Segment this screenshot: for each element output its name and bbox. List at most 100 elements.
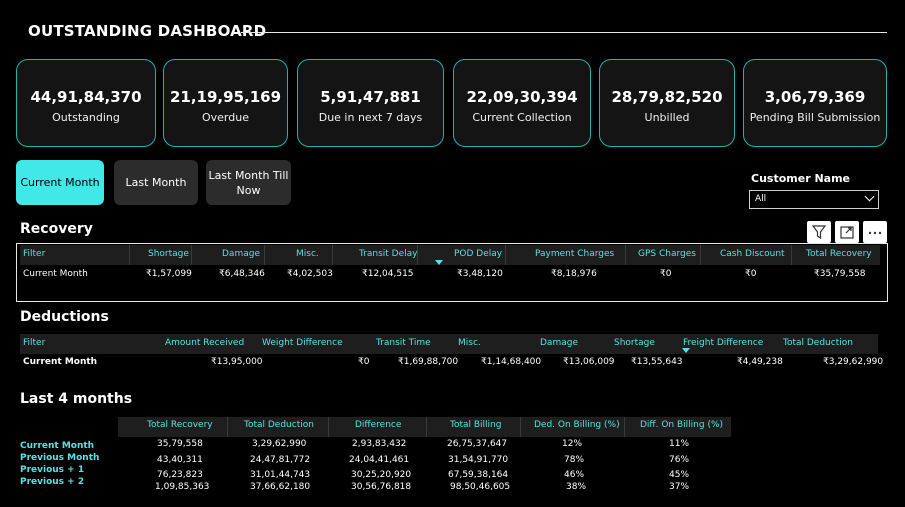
last4-cell: 76% bbox=[669, 455, 690, 465]
deductions-cell: ₹13,95,000 bbox=[211, 357, 263, 367]
recovery-title: Recovery bbox=[20, 221, 93, 237]
last4-cell: 30,56,76,818 bbox=[351, 482, 412, 492]
recovery-cell: ₹0 bbox=[745, 269, 757, 279]
deductions-cell: ₹13,06,009 bbox=[563, 357, 615, 367]
last4-col-difference[interactable]: Difference bbox=[355, 420, 401, 430]
sort-descending-icon[interactable] bbox=[435, 260, 443, 265]
last-month-button[interactable]: Last Month bbox=[114, 160, 198, 205]
kpi-card-outstanding[interactable]: 44,91,84,370 Outstanding bbox=[16, 59, 156, 147]
recovery-cell: ₹4,02,503 bbox=[287, 269, 333, 279]
deductions-cell: ₹13,55,643 bbox=[631, 357, 683, 367]
focus-mode-icon[interactable] bbox=[835, 221, 859, 243]
kpi-value: 22,09,30,394 bbox=[466, 88, 578, 106]
current-month-button[interactable]: Current Month bbox=[16, 160, 104, 205]
customer-name-dropdown[interactable]: All bbox=[749, 190, 879, 209]
deductions-col-total-deduction[interactable]: Total Deduction bbox=[783, 338, 853, 348]
last4-cell: 78% bbox=[564, 455, 585, 465]
last4-cell: 37,66,62,180 bbox=[250, 482, 311, 492]
recovery-cell: ₹1,57,099 bbox=[146, 269, 192, 279]
recovery-col-transit-delay[interactable]: Transit Delay bbox=[359, 249, 417, 259]
last4-cell: 38% bbox=[566, 482, 587, 492]
recovery-cell: ₹0 bbox=[660, 269, 672, 279]
title-divider bbox=[241, 32, 887, 33]
recovery-col-shortage[interactable]: Shortage bbox=[148, 249, 189, 259]
last4-col-ded-on-billing[interactable]: Ded. On Billing (%) bbox=[534, 420, 620, 430]
kpi-card-overdue[interactable]: 21,19,95,169 Overdue bbox=[163, 59, 288, 147]
recovery-col-cash-discount[interactable]: Cash Discount bbox=[720, 249, 785, 259]
last4-cell: 2,93,83,432 bbox=[352, 439, 407, 449]
recovery-cell: ₹12,04,515 bbox=[362, 269, 414, 279]
last4-col-total-recovery[interactable]: Total Recovery bbox=[147, 420, 213, 430]
last4-col-diff-on-billing[interactable]: Diff. On Billing (%) bbox=[640, 420, 723, 430]
recovery-cell: ₹6,48,346 bbox=[219, 269, 265, 279]
deductions-col-freight-difference[interactable]: Freight Difference bbox=[683, 338, 763, 348]
recovery-col-damage[interactable]: Damage bbox=[222, 249, 260, 259]
kpi-value: 21,19,95,169 bbox=[169, 88, 282, 106]
row-label-previous-plus-1: Previous + 1 bbox=[20, 465, 85, 475]
recovery-col-pod-delay[interactable]: POD Delay bbox=[454, 249, 502, 259]
recovery-cell: ₹35,79,558 bbox=[814, 269, 866, 279]
last4-cell: 35,79,558 bbox=[157, 439, 203, 449]
row-label-current-month: Current Month bbox=[20, 441, 95, 451]
last4-cell: 12% bbox=[562, 439, 583, 449]
last4-cell: 43,40,311 bbox=[157, 455, 203, 465]
kpi-label: Current Collection bbox=[472, 111, 572, 124]
recovery-cell: Current Month bbox=[23, 269, 88, 279]
last4-cell: 11% bbox=[669, 439, 690, 449]
last4-cell: 24,04,41,461 bbox=[349, 455, 410, 465]
kpi-value: 28,79,82,520 bbox=[611, 88, 723, 106]
kpi-value: 3,06,79,369 bbox=[764, 88, 866, 106]
deductions-col-weight-difference[interactable]: Weight Difference bbox=[262, 338, 343, 348]
recovery-col-gps-charges[interactable]: GPS Charges bbox=[638, 249, 696, 259]
deductions-col-transit-time[interactable]: Transit Time bbox=[376, 338, 431, 348]
dashboard-title: OUTSTANDING DASHBOARD bbox=[28, 22, 267, 40]
deductions-cell: ₹3,29,62,990 bbox=[823, 357, 884, 367]
last4-cell: 31,01,44,743 bbox=[250, 470, 311, 480]
last4-cell: 30,25,20,920 bbox=[351, 470, 412, 480]
last4-cell: 46% bbox=[564, 470, 585, 480]
sort-descending-icon[interactable] bbox=[682, 348, 690, 353]
recovery-col-filter[interactable]: Filter bbox=[23, 249, 45, 259]
deductions-title: Deductions bbox=[20, 309, 109, 325]
row-label-previous-month: Previous Month bbox=[20, 453, 100, 463]
deductions-cell: ₹1,69,88,700 bbox=[398, 357, 459, 367]
recovery-col-total-recovery[interactable]: Total Recovery bbox=[806, 249, 872, 259]
deductions-cell: ₹1,14,68,400 bbox=[481, 357, 542, 367]
kpi-label: Unbilled bbox=[644, 111, 690, 124]
deductions-cell: Current Month bbox=[23, 357, 98, 367]
deductions-cell: ₹0 bbox=[358, 357, 370, 367]
kpi-value: 44,91,84,370 bbox=[30, 88, 142, 106]
recovery-cell: ₹3,48,120 bbox=[457, 269, 503, 279]
customer-name-label: Customer Name bbox=[751, 172, 850, 185]
filter-icon[interactable] bbox=[807, 221, 831, 243]
deductions-col-amount-received[interactable]: Amount Received bbox=[165, 338, 244, 348]
last4-cell: 76,23,823 bbox=[157, 470, 203, 480]
last-month-till-now-button[interactable]: Last Month Till Now bbox=[206, 160, 291, 205]
recovery-cell: ₹8,18,976 bbox=[551, 269, 597, 279]
last4-cell: 3,29,62,990 bbox=[252, 439, 307, 449]
last4-cell: 37% bbox=[669, 482, 690, 492]
last4-cell: 98,50,46,605 bbox=[450, 482, 511, 492]
recovery-col-misc[interactable]: Misc. bbox=[296, 249, 319, 259]
more-options-icon[interactable] bbox=[863, 221, 887, 243]
kpi-label: Overdue bbox=[202, 111, 249, 124]
chevron-down-icon bbox=[864, 191, 875, 202]
last4-cell: 67,59,38,164 bbox=[448, 470, 509, 480]
button-label-line1: Last Month Till bbox=[208, 168, 289, 182]
deductions-col-shortage[interactable]: Shortage bbox=[614, 338, 655, 348]
last4-cell: 26,75,37,647 bbox=[447, 439, 508, 449]
deductions-col-filter[interactable]: Filter bbox=[23, 338, 45, 348]
last4-col-total-deduction[interactable]: Total Deduction bbox=[244, 420, 314, 430]
recovery-col-payment-charges[interactable]: Payment Charges bbox=[535, 249, 614, 259]
kpi-card-unbilled[interactable]: 28,79,82,520 Unbilled bbox=[599, 59, 735, 147]
deductions-col-damage[interactable]: Damage bbox=[540, 338, 578, 348]
kpi-card-due-next-7-days[interactable]: 5,91,47,881 Due in next 7 days bbox=[297, 59, 444, 147]
last4-col-total-billing[interactable]: Total Billing bbox=[450, 420, 501, 430]
last4-cell: 31,54,91,770 bbox=[448, 455, 509, 465]
deductions-col-misc[interactable]: Misc. bbox=[458, 338, 481, 348]
button-label-line2: Now bbox=[236, 183, 261, 197]
kpi-card-pending-bill-submission[interactable]: 3,06,79,369 Pending Bill Submission bbox=[743, 59, 887, 147]
last-4-months-title: Last 4 months bbox=[20, 391, 133, 407]
kpi-card-current-collection[interactable]: 22,09,30,394 Current Collection bbox=[453, 59, 591, 147]
last4-cell: 45% bbox=[669, 470, 690, 480]
